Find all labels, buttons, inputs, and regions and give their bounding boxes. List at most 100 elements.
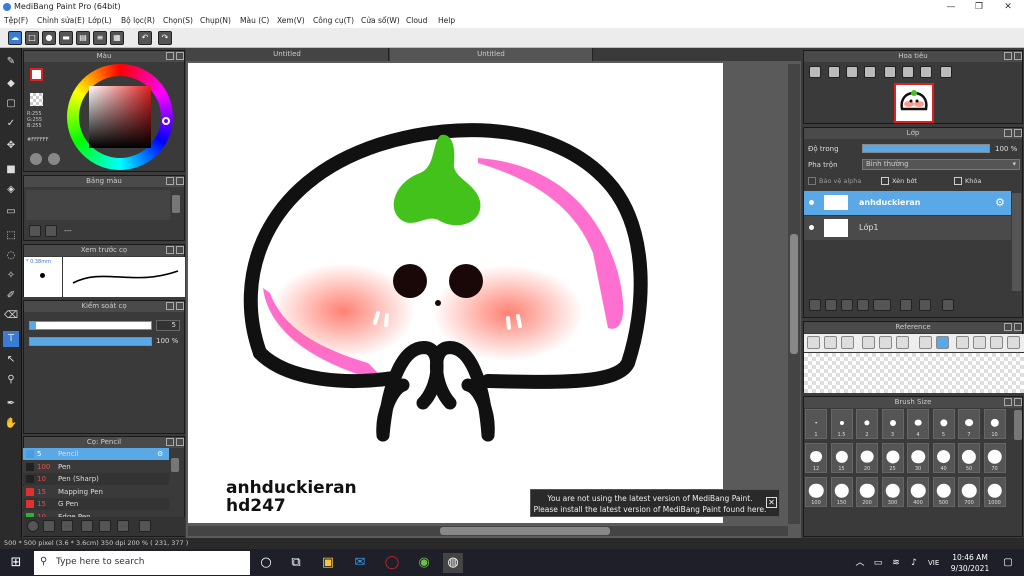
delete-palette-icon[interactable]	[45, 225, 57, 237]
menu-help[interactable]: Help	[438, 16, 455, 25]
new-file-icon[interactable]: □	[25, 31, 39, 45]
brush-row[interactable]: 15 Mapping Pen	[23, 485, 169, 498]
brush-opacity-slider[interactable]	[29, 337, 152, 346]
canvas-horizontal-scrollbar[interactable]	[188, 526, 788, 536]
maximize-button[interactable]: ❐	[965, 0, 993, 14]
brush-list-scrollbar[interactable]	[171, 458, 179, 472]
brush-size-preset[interactable]: 700	[958, 477, 980, 507]
network-icon[interactable]: ▭	[868, 553, 888, 573]
tab-untitled-1[interactable]: Untitled	[186, 48, 389, 61]
brush-copy-icon[interactable]	[81, 520, 93, 532]
lasso-tool-icon[interactable]: ◌	[3, 248, 19, 264]
brush-size-preset[interactable]: 7	[958, 409, 980, 439]
medibang-icon[interactable]: ◍	[443, 553, 463, 573]
tab-untitled-2[interactable]: Untitled	[390, 48, 593, 61]
menu-cloud[interactable]: Cloud	[406, 16, 427, 25]
brush-size-preset[interactable]: 50	[958, 443, 980, 473]
horizontal-scroll-thumb[interactable]	[440, 527, 610, 535]
notifications-icon[interactable]: ▢	[998, 553, 1018, 573]
brush-settings-icon[interactable]	[27, 520, 39, 532]
ref-open-icon[interactable]	[807, 336, 820, 349]
palette-scrollbar[interactable]	[172, 195, 180, 213]
menu-layer[interactable]: Lớp(L)	[88, 16, 112, 25]
brush-duplicate-icon[interactable]	[117, 520, 129, 532]
visibility-icon[interactable]	[809, 225, 814, 230]
brush-size-preset[interactable]: 4	[907, 409, 929, 439]
panel-expand-icon[interactable]	[166, 177, 174, 185]
nav-fit-icon[interactable]	[902, 66, 914, 78]
panel-expand-icon[interactable]	[1004, 398, 1012, 406]
menu-file[interactable]: Tệp(F)	[4, 16, 28, 25]
hue-wheel[interactable]	[67, 64, 173, 170]
brush-folder-icon[interactable]	[99, 520, 111, 532]
language-indicator[interactable]: VIE	[928, 559, 939, 567]
ref-hand-icon[interactable]	[936, 336, 949, 349]
panel-close-icon[interactable]	[1014, 129, 1022, 137]
add-palette-icon[interactable]	[29, 225, 41, 237]
brush-size-preset[interactable]: 400	[907, 477, 929, 507]
delete-layer-icon[interactable]	[942, 299, 954, 311]
visibility-icon[interactable]	[809, 200, 814, 205]
ref-mirror-icon[interactable]	[1007, 336, 1020, 349]
grid-icon[interactable]: ▦	[110, 31, 124, 45]
operation-tool-icon[interactable]: ↖	[3, 352, 19, 368]
brush-size-preset[interactable]: 200	[856, 477, 878, 507]
brush-size-preset[interactable]: 1000	[983, 477, 1006, 507]
menu-filter[interactable]: Bộ lọc(R)	[121, 16, 155, 25]
reference-viewer[interactable]	[804, 353, 1024, 393]
brush-settings-icon[interactable]: ⚙	[157, 448, 163, 460]
new-8bit-layer-icon[interactable]	[841, 299, 853, 311]
foreground-color-swatch[interactable]	[30, 68, 43, 81]
volume-icon[interactable]: ♪	[904, 553, 924, 573]
close-notification-icon[interactable]: ✕	[766, 497, 777, 508]
layer-settings-icon[interactable]: ⚙	[995, 196, 1005, 209]
add-brush-icon[interactable]	[61, 520, 73, 532]
zoom-reset-icon[interactable]	[864, 66, 876, 78]
ref-flip-icon[interactable]	[990, 336, 1003, 349]
panel-expand-icon[interactable]	[166, 246, 174, 254]
panel-close-icon[interactable]	[176, 302, 184, 310]
panel-close-icon[interactable]	[1014, 323, 1022, 331]
store-icon[interactable]: ▣	[318, 553, 338, 573]
tray-chevron-icon[interactable]: ︿	[850, 553, 870, 573]
select-eraser-icon[interactable]: ⌫	[3, 308, 19, 324]
ref-eyedropper-icon[interactable]	[919, 336, 932, 349]
color-picker-icon[interactable]	[48, 153, 60, 165]
new-folder-icon[interactable]	[900, 299, 912, 311]
layer-opacity-slider[interactable]	[862, 144, 990, 153]
brush-row[interactable]: 10 Pen (Sharp)	[23, 473, 169, 485]
layer-row-selected[interactable]: anhduckieran ⚙	[804, 191, 1011, 215]
panel-icon[interactable]: ▤	[76, 31, 90, 45]
panel-close-icon[interactable]	[176, 246, 184, 254]
opera-icon[interactable]: ◯	[382, 553, 402, 573]
brush-size-preset[interactable]: 40	[932, 443, 955, 473]
brush-size-preset[interactable]: 300	[881, 477, 904, 507]
drawing-canvas[interactable]: anhduckieran hd247	[188, 63, 723, 523]
move-tool-icon[interactable]: ✥	[3, 138, 19, 154]
menu-tools[interactable]: Công cụ(T)	[313, 16, 354, 25]
menu-edit[interactable]: Chỉnh sửa(E)	[37, 16, 85, 25]
layer-scrollbar[interactable]	[1012, 193, 1021, 291]
panel-expand-icon[interactable]	[166, 302, 174, 310]
transparent-swatch[interactable]	[30, 93, 43, 106]
ref-fit-icon[interactable]	[879, 336, 892, 349]
ref-folder-icon[interactable]	[824, 336, 837, 349]
clock[interactable]: 10:46 AM 9/30/2021	[950, 552, 990, 574]
hand-tool-icon[interactable]: ✋	[3, 416, 19, 432]
ref-zoom-out-icon[interactable]	[896, 336, 909, 349]
comment-icon[interactable]: ▬	[59, 31, 73, 45]
layer-row[interactable]: Lớp1	[804, 216, 1011, 240]
panel-expand-icon[interactable]	[1004, 52, 1012, 60]
navigator-thumbnail[interactable]	[894, 83, 934, 123]
brush-size-preset[interactable]: 500	[932, 477, 955, 507]
brush-size-preset[interactable]: 10	[983, 409, 1006, 439]
text-tool-icon[interactable]: T	[3, 331, 19, 347]
brush-size-preset[interactable]: 20	[856, 443, 878, 473]
brush-row[interactable]: 15 G Pen	[23, 498, 169, 510]
panel-expand-icon[interactable]	[166, 438, 174, 446]
brush-tool-icon[interactable]: ✎	[3, 54, 19, 70]
menu-capture[interactable]: Chụp(N)	[200, 16, 231, 25]
menu-select[interactable]: Chọn(S)	[163, 16, 193, 25]
eyedropper-icon[interactable]: ⚲	[3, 372, 19, 388]
brush-row-selected[interactable]: 5 Pencil ⚙	[23, 448, 169, 460]
